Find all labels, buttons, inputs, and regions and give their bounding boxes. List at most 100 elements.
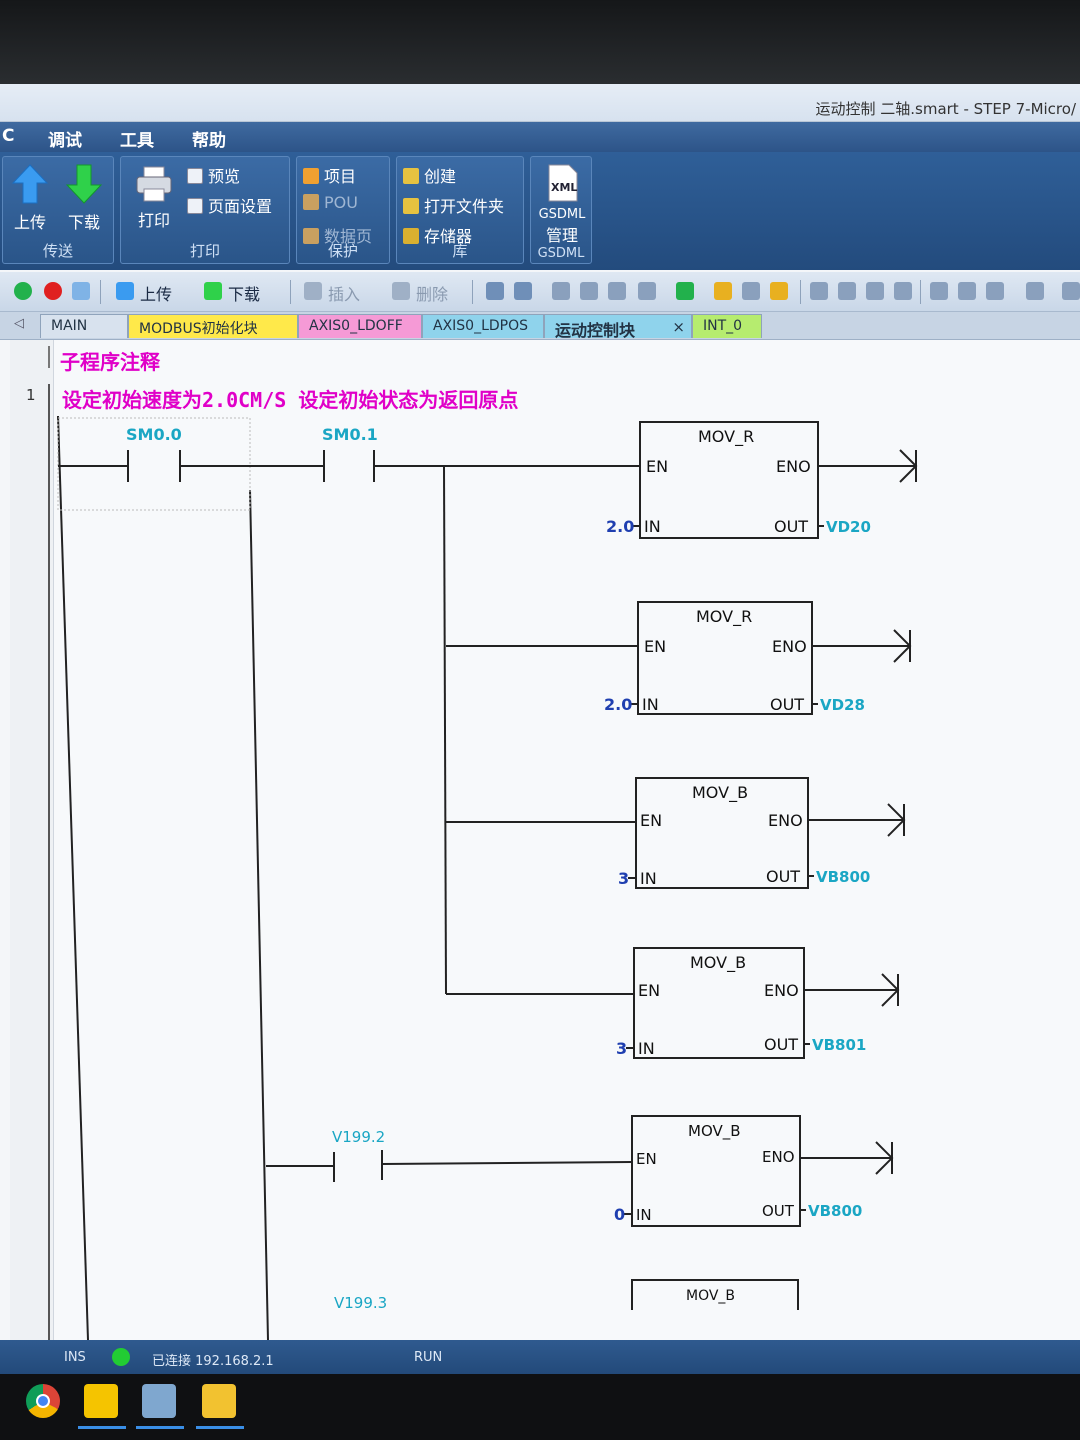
box-out: OUT [774,517,808,536]
box-title: MOV_R [696,607,752,627]
project-protect-button[interactable]: 项目 [303,163,356,187]
active-app-underline [196,1426,244,1429]
toolbar-upload-button[interactable]: 上传 [140,281,172,305]
xml-file-icon: XML [548,164,578,202]
compile-icon[interactable] [72,282,90,300]
toolbar-separator [100,280,101,304]
menu-bar: C 调试 工具 帮助 [0,122,1080,152]
os-taskbar [0,1374,1080,1440]
network-icon[interactable] [486,282,504,300]
mov-b-box-6[interactable]: MOV_B [631,1279,799,1310]
tab-label: MAIN [51,318,88,334]
contact-label[interactable]: SM0.0 [126,425,182,444]
open-folder-button[interactable]: 打开文件夹 [403,193,504,217]
toolbar-delete-button[interactable]: 删除 [416,281,448,305]
stop-icon[interactable] [44,282,62,300]
open-folder-label: 打开文件夹 [424,197,505,216]
contact-label[interactable]: SM0.1 [322,425,378,444]
box-out-value[interactable]: VB801 [812,1036,866,1054]
toolbar-download-button[interactable]: 下载 [228,281,260,305]
file-explorer-icon[interactable] [202,1384,236,1418]
ribbon-group-transfer: 上传 下载 传送 [2,156,114,264]
ladder-network[interactable]: SM0.0 SM0.1 MOV_R EN ENO IN OUT 2.0 VD20 [10,340,1080,1340]
coil-icon[interactable] [958,282,976,300]
bookmark-icon[interactable] [580,282,598,300]
contact-label[interactable]: V199.3 [334,1294,387,1312]
clock-icon[interactable] [638,282,656,300]
box-eno: ENO [762,1148,795,1166]
active-app-underline [136,1426,184,1429]
box-in-value[interactable]: 2.0 [604,695,632,714]
upload-button[interactable]: 上传 [7,163,53,233]
menu-item-debug[interactable]: 调试 [48,126,82,151]
tab-axis0-ldoff[interactable]: AXIS0_LDOFF [298,314,422,338]
lock-icon[interactable] [714,282,732,300]
menu-item-tools[interactable]: 工具 [120,126,154,151]
monitor-bezel [0,0,1080,84]
box-in-value[interactable]: 3 [616,1039,627,1058]
tab-label: INT_0 [703,318,743,334]
box-in-value[interactable]: 3 [618,869,629,888]
upload-label: 上传 [13,213,46,232]
network-icon[interactable] [514,282,532,300]
toolbar-insert-button[interactable]: 插入 [328,281,360,305]
ribbon-group-label: 传送 [42,242,73,260]
mov-r-box-1[interactable]: MOV_R EN ENO IN OUT 2.0 VD20 [606,421,918,539]
ladder-editor[interactable]: 子程序注释 1 设定初始速度为2.0CM/S 设定初始状态为返回原点 SM0.0… [10,340,1080,1344]
go-icon[interactable] [676,282,694,300]
grid-icon[interactable] [1062,282,1080,300]
gsdml-manage-button[interactable]: XML GSDML 管理 [533,163,591,246]
run-icon[interactable] [14,282,32,300]
tab-modbus-init[interactable]: MODBUS初始化块 [128,314,298,338]
connection-status-text: 已连接 192.168.2.1 [152,1354,274,1369]
box-out-value[interactable]: VB800 [808,1202,862,1220]
tab-close-icon[interactable]: × [672,318,685,336]
box-in-value[interactable]: 0 [614,1205,625,1224]
line-icon[interactable] [894,282,912,300]
box-out: OUT [764,1035,798,1054]
pou-label: POU [324,193,358,212]
bookmark-icon[interactable] [552,282,570,300]
library-create-button[interactable]: 创建 [403,163,456,187]
contact-icon[interactable] [930,282,948,300]
tab-int0[interactable]: INT_0 [692,314,762,338]
tab-axis0-ldpos[interactable]: AXIS0_LDPOS [422,314,544,338]
mov-b-box-5[interactable]: MOV_B EN ENO IN OUT 0 VB800 [614,1115,894,1227]
ribbon-group-label: GSDML [537,246,585,261]
box-out-value[interactable]: VD20 [826,518,871,536]
ribbon-group-label: 保护 [327,242,358,260]
preview-button[interactable]: 预览 [187,163,240,187]
branch-icon[interactable] [810,282,828,300]
download-button[interactable]: 下载 [61,163,107,233]
mov-r-box-2[interactable]: MOV_R EN ENO IN OUT 2.0 VD28 [604,601,912,715]
page-setup-button[interactable]: 页面设置 [187,193,272,217]
pou-icon[interactable] [770,282,788,300]
box-in-value[interactable]: 2.0 [606,517,634,536]
menu-item-help[interactable]: 帮助 [192,126,226,151]
gsdml-label: GSDML [538,207,586,222]
comment-icon[interactable] [1026,282,1044,300]
tab-motion-control-block[interactable]: 运动控制块 × [544,314,692,340]
mov-b-box-3[interactable]: MOV_B EN ENO IN OUT 3 VB800 [618,777,906,889]
chrome-icon[interactable] [26,1384,60,1418]
tab-scroll-left-icon[interactable]: ◁ [14,316,24,331]
box-out-value[interactable]: VB800 [816,868,870,886]
branch-down-icon[interactable] [838,282,856,300]
mov-b-box-4[interactable]: MOV_B EN ENO IN OUT 3 VB801 [616,947,900,1059]
tab-label: AXIS0_LDPOS [433,318,529,334]
bookmark-icon[interactable] [608,282,626,300]
window-taskbar-icon[interactable] [142,1384,176,1418]
pou-icon[interactable] [742,282,760,300]
print-button[interactable]: 打印 [129,165,179,231]
menu-item-partial[interactable]: C [2,126,14,146]
step7-taskbar-icon[interactable] [84,1384,118,1418]
pou-protect-button[interactable]: POU [303,193,358,212]
contact-label[interactable]: V199.2 [332,1128,385,1146]
tab-main[interactable]: MAIN [40,314,128,338]
branch-up-icon[interactable] [866,282,884,300]
printer-icon [136,166,172,202]
box-icon[interactable] [986,282,1004,300]
pou-lock-icon [303,194,319,210]
active-app-underline [78,1426,126,1429]
box-out-value[interactable]: VD28 [820,696,865,714]
